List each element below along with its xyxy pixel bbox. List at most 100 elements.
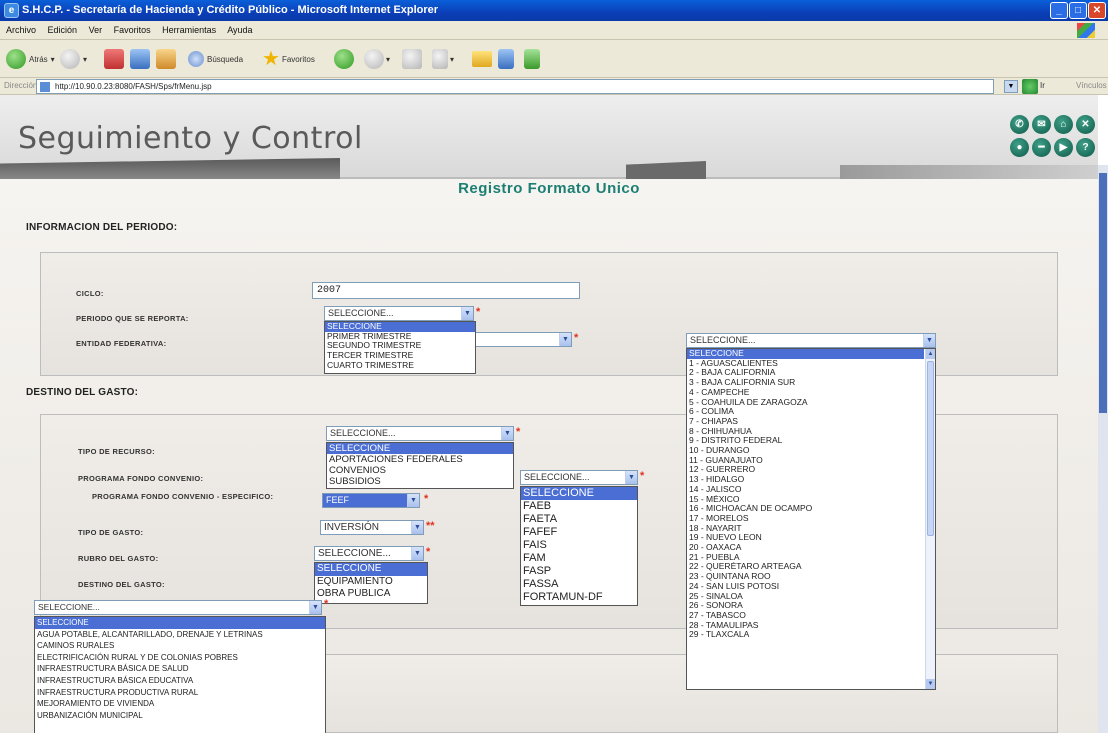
folder-button[interactable] [472, 48, 492, 70]
rubro-dropdown-list[interactable]: SELECCIONE EQUIPAMIENTO OBRA PÚBLICA [314, 562, 428, 604]
tipo-recurso-select[interactable]: SELECCIONE... ▼ [326, 426, 514, 441]
home-icon[interactable]: ⌂ [1054, 115, 1073, 134]
dropdown-option[interactable]: 26 - SONORA [687, 601, 924, 611]
go-label[interactable]: Ir [1040, 81, 1045, 90]
scroll-up-icon[interactable]: ▲ [926, 349, 935, 359]
dropdown-option[interactable]: 17 - MORELOS [687, 514, 924, 524]
dropdown-option[interactable]: FASSA [521, 578, 637, 591]
minimize-button[interactable]: _ [1050, 2, 1068, 19]
entidad-select-inline[interactable]: ▼ [472, 332, 572, 347]
dropdown-option[interactable]: EQUIPAMIENTO [315, 576, 427, 589]
history-button[interactable] [334, 48, 354, 70]
menu-favoritos[interactable]: Favoritos [114, 25, 151, 35]
dropdown-option[interactable]: CAMINOS RURALES [35, 640, 325, 652]
dropdown-option[interactable]: 27 - TABASCO [687, 611, 924, 621]
refresh-button[interactable] [130, 48, 150, 70]
play-icon[interactable]: ▶ [1054, 138, 1073, 157]
dropdown-option[interactable]: FAEB [521, 500, 637, 513]
dropdown-option[interactable]: 7 - CHIAPAS [687, 417, 924, 427]
menu-edicion[interactable]: Edición [48, 25, 78, 35]
dropdown-option[interactable]: APORTACIONES FEDERALES [327, 454, 513, 465]
dropdown-option[interactable]: 9 - DISTRITO FEDERAL [687, 436, 924, 446]
close-button[interactable]: ✕ [1088, 2, 1106, 19]
dropdown-option[interactable]: INFRAESTRUCTURA BÁSICA EDUCATIVA [35, 675, 325, 687]
dropdown-option[interactable]: FASP [521, 565, 637, 578]
research-button[interactable] [498, 48, 514, 70]
dropdown-option[interactable]: INFRAESTRUCTURA PRODUCTIVA RURAL [35, 687, 325, 699]
dropdown-option[interactable]: FAM [521, 552, 637, 565]
ciclo-input[interactable]: 2007 [312, 282, 580, 299]
dropdown-option[interactable]: SELECCIONE [325, 322, 475, 332]
dropdown-option[interactable]: 22 - QUERÉTARO ARTEAGA [687, 562, 924, 572]
search-button[interactable]: Búsqueda [188, 48, 243, 70]
messenger-button[interactable] [524, 48, 540, 70]
dropdown-option[interactable]: 11 - GUANAJUATO [687, 456, 924, 466]
dropdown-option[interactable]: 13 - HIDALGO [687, 475, 924, 485]
dropdown-option[interactable]: FORTAMUN-DF [521, 591, 637, 604]
go-icon[interactable] [1022, 79, 1038, 94]
dropdown-option[interactable]: 23 - QUINTANA ROO [687, 572, 924, 582]
edit-button[interactable]: ▾ [432, 48, 454, 70]
dropdown-option[interactable]: 3 - BAJA CALIFORNIA SUR [687, 378, 924, 388]
dropdown-option[interactable]: 18 - NAYARIT [687, 524, 924, 534]
dropdown-option[interactable]: 16 - MICHOACÁN DE OCAMPO [687, 504, 924, 514]
dropdown-option[interactable]: SELECCIONE [327, 443, 513, 454]
dropdown-option[interactable]: CUARTO TRIMESTRE [325, 361, 475, 371]
dropdown-option[interactable]: 8 - CHIHUAHUA [687, 427, 924, 437]
rubro-select[interactable]: SELECCIONE... ▼ [314, 546, 424, 561]
tipo-gasto-select[interactable]: INVERSIÓN ▼ [320, 520, 424, 535]
dropdown-option[interactable]: 1 - AGUASCALIENTES [687, 359, 924, 369]
dropdown-option[interactable]: 6 - COLIMA [687, 407, 924, 417]
print-button[interactable] [402, 48, 422, 70]
address-input[interactable]: http://10.90.0.23:8080/FASH/Sps/frMenu.j… [36, 79, 994, 94]
dropdown-option[interactable]: ELECTRIFICACIÓN RURAL Y DE COLONIAS POBR… [35, 652, 325, 664]
dropdown-option[interactable]: AGUA POTABLE, ALCANTARILLADO, DRENAJE Y … [35, 629, 325, 641]
dropdown-option[interactable]: 2 - BAJA CALIFORNIA [687, 368, 924, 378]
programa-select[interactable]: SELECCIONE... ▼ [520, 470, 638, 485]
dropdown-option[interactable]: 20 - OAXACA [687, 543, 924, 553]
mail-icon[interactable]: ✉ [1032, 115, 1051, 134]
dropdown-option[interactable]: TERCER TRIMESTRE [325, 351, 475, 361]
programa-dropdown-list[interactable]: SELECCIONE FAEB FAETA FAFEF FAIS FAM FASP FASSA… [520, 486, 638, 606]
dropdown-option[interactable]: FAFEF [521, 526, 637, 539]
help-icon[interactable]: ? [1076, 138, 1095, 157]
dropdown-option[interactable]: INFRAESTRUCTURA BÁSICA DE SALUD [35, 663, 325, 675]
dropdown-option[interactable]: SELECCIONE [521, 487, 637, 500]
dropdown-option[interactable]: 15 - MÉXICO [687, 495, 924, 505]
mail-button[interactable]: ▾ [364, 48, 390, 70]
entidad-select[interactable]: SELECCIONE... ▼ [686, 333, 936, 348]
programa-especifico-select[interactable]: FEEF ▼ [322, 493, 420, 508]
dropdown-option[interactable]: 19 - NUEVO LEON [687, 533, 924, 543]
dropdown-option[interactable]: 29 - TLAXCALA [687, 630, 924, 640]
dropdown-option[interactable]: SELECCIONE [687, 349, 924, 359]
dropdown-option[interactable]: 10 - DURANGO [687, 446, 924, 456]
tipo-recurso-dropdown-list[interactable]: SELECCIONE APORTACIONES FEDERALES CONVENIO… [326, 442, 514, 489]
destino-dropdown-list[interactable]: SELECCIONE AGUA POTABLE, ALCANTARILLADO, … [34, 616, 326, 733]
dropdown-option[interactable]: PRIMER TRIMESTRE [325, 332, 475, 342]
dropdown-option[interactable]: SEGUNDO TRIMESTRE [325, 341, 475, 351]
dropdown-option[interactable]: OBRA PÚBLICA [315, 588, 427, 601]
dropdown-option[interactable]: 14 - JALISCO [687, 485, 924, 495]
close-icon[interactable]: ✕ [1076, 115, 1095, 134]
address-dropdown-button[interactable]: ▼ [1004, 80, 1018, 93]
dropdown-option[interactable]: 21 - PUEBLA [687, 553, 924, 563]
back-button[interactable]: Atrás ▾ [6, 48, 55, 70]
periodo-select[interactable]: SELECCIONE... ▼ [324, 306, 474, 321]
page-scrollbar-thumb[interactable] [1099, 173, 1107, 413]
scroll-down-icon[interactable]: ▼ [926, 679, 935, 689]
home-button[interactable] [156, 48, 176, 70]
phone-icon[interactable]: ✆ [1010, 115, 1029, 134]
entidad-dropdown-list[interactable]: SELECCIONE 1 - AGUASCALIENTES 2 - BAJA CAL… [686, 348, 936, 690]
dropdown-option[interactable]: 24 - SAN LUIS POTOSI [687, 582, 924, 592]
dropdown-option[interactable]: FAETA [521, 513, 637, 526]
dropdown-option[interactable]: SELECCIONE [315, 563, 427, 576]
record-icon[interactable]: ● [1010, 138, 1029, 157]
dropdown-option[interactable]: 4 - CAMPECHE [687, 388, 924, 398]
menu-ver[interactable]: Ver [89, 25, 103, 35]
forward-button[interactable]: ▾ [60, 48, 87, 70]
dropdown-option[interactable]: SELECCIONE [35, 617, 325, 629]
periodo-dropdown-list[interactable]: SELECCIONE PRIMER TRIMESTRE SEGUNDO TRIMES… [324, 321, 476, 374]
scroll-thumb[interactable] [927, 361, 934, 536]
menu-ayuda[interactable]: Ayuda [227, 25, 252, 35]
dropdown-option[interactable]: FAIS [521, 539, 637, 552]
